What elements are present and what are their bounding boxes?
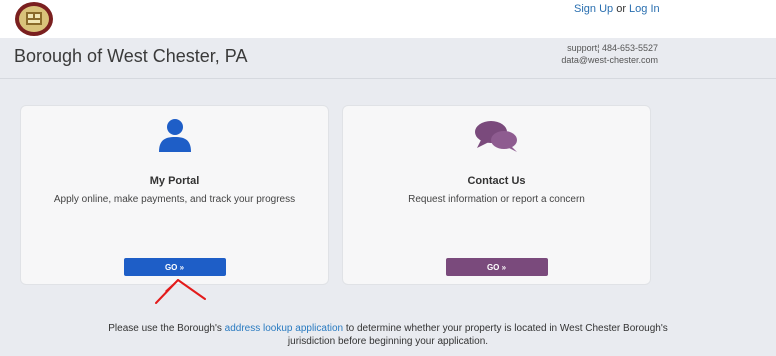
address-lookup-link[interactable]: address lookup application [225,323,343,334]
sign-up-link[interactable]: Sign Up [574,3,613,15]
support-label: support [567,43,598,53]
my-portal-card: My Portal Apply online, make payments, a… [20,105,329,285]
contact-us-go-button[interactable]: GO » [445,258,548,276]
site-header: Borough of West Chester, PA support¦ 484… [0,38,776,79]
top-bar: Sign Up or Log In [0,0,776,38]
contact-us-card: Contact Us Request information or report… [342,105,651,285]
notice-text-after: to determine whether your property is lo… [345,323,668,334]
notice-text-before: Please use the Borough's [108,323,222,334]
notice-text-line2: jurisdiction before beginning your appli… [287,336,489,347]
my-portal-go-button[interactable]: GO » [123,258,226,276]
my-portal-title: My Portal [149,175,200,187]
auth-links: Sign Up or Log In [574,3,660,15]
support-contact: support¦ 484-653-5527 data@west-chester.… [561,42,658,66]
borough-seal-logo[interactable] [13,1,55,37]
user-icon [158,119,191,152]
support-phone: 484-653-5527 [601,43,658,53]
my-portal-description: Apply online, make payments, and track y… [53,194,296,205]
contact-us-description: Request information or report a concern [408,194,585,205]
log-in-link[interactable]: Log In [629,3,660,15]
support-email: data@west-chester.com [561,55,658,65]
contact-us-title: Contact Us [467,175,526,187]
auth-or-text: or [616,3,626,15]
chat-icon [474,121,517,152]
red-annotation-arrow-icon [155,279,206,304]
jurisdiction-notice: Please use the Borough's address lookup … [0,322,776,348]
page-title: Borough of West Chester, PA [14,46,248,66]
